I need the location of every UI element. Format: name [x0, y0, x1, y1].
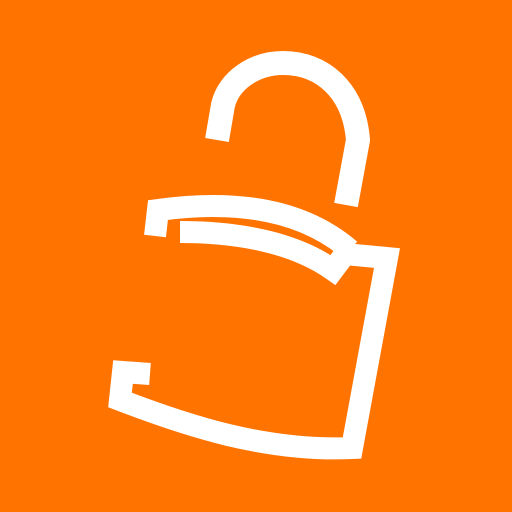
padlock-shackle: [205, 51, 370, 208]
app-icon: [0, 0, 512, 512]
open-padlock-icon: [108, 51, 400, 460]
padlock-body-outline: [108, 221, 400, 460]
